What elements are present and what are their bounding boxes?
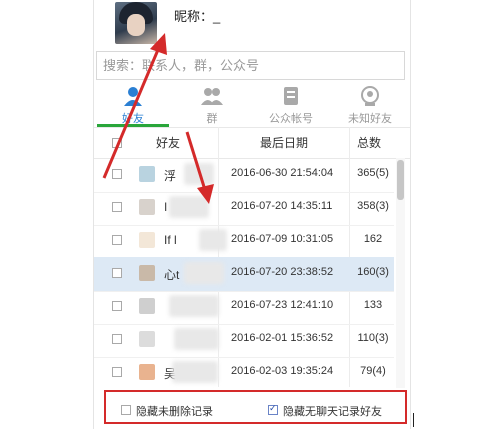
arrow-icon: [102, 33, 167, 179]
annotation-arrows: [102, 33, 214, 204]
arrow-icon: [185, 131, 214, 204]
